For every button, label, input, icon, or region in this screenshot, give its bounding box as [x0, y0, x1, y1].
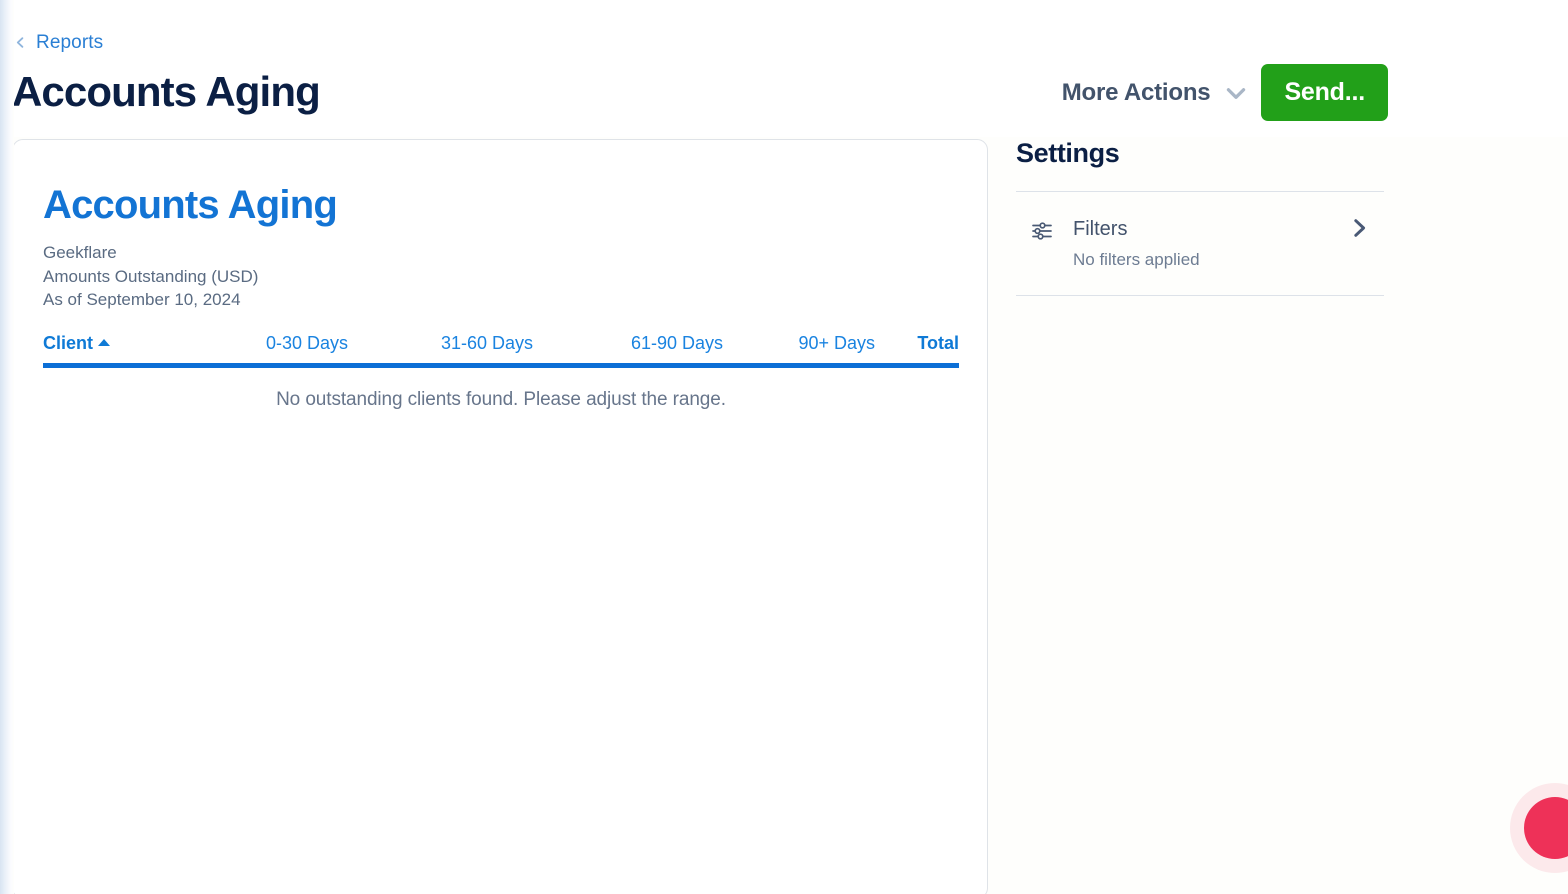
chevron-right-icon [1354, 218, 1366, 237]
settings-divider-bottom [1016, 295, 1384, 297]
filters-text-group: Filters No filters applied [1073, 218, 1200, 270]
column-header-client-label: Client [43, 333, 94, 354]
sliders-icon [1032, 222, 1052, 240]
filters-status: No filters applied [1073, 249, 1200, 269]
more-actions-button[interactable]: More Actions [1060, 75, 1252, 111]
page-header: Reports Accounts Aging More Actions Send… [0, 0, 1568, 137]
more-actions-label: More Actions [1061, 78, 1211, 106]
report-as-of: As of September 10, 2024 [43, 289, 241, 309]
report-title: Accounts Aging [43, 183, 338, 227]
settings-title: Settings [1016, 138, 1120, 168]
column-header-total[interactable]: Total [875, 333, 959, 354]
caret-up-icon [98, 339, 111, 347]
table-empty-message: No outstanding clients found. Please adj… [276, 389, 726, 411]
table-header-row: Client 0-30 Days 31-60 Days 61-90 Days 9… [43, 333, 959, 363]
support-chat-bubble[interactable] [1524, 797, 1568, 859]
breadcrumb-label: Reports [36, 32, 104, 53]
table-header-rule [43, 363, 959, 369]
settings-panel: Settings Filters No filters applied [1016, 138, 1384, 297]
breadcrumb-reports-link[interactable]: Reports [14, 33, 103, 52]
column-header-61-90-days[interactable]: 61-90 Days [533, 333, 723, 354]
chevron-down-icon [1227, 87, 1246, 99]
column-header-0-30-days[interactable]: 0-30 Days [158, 333, 348, 354]
column-header-client[interactable]: Client [43, 333, 158, 354]
report-card: Accounts Aging Geekflare Amounts Outstan… [12, 139, 988, 894]
filters-label: Filters [1073, 217, 1128, 240]
column-header-31-60-days[interactable]: 31-60 Days [348, 333, 533, 354]
report-meta: Geekflare Amounts Outstanding (USD) As o… [43, 243, 957, 310]
column-header-90-plus-days[interactable]: 90+ Days [723, 333, 875, 354]
report-company: Geekflare [43, 243, 117, 263]
settings-item-filters[interactable]: Filters No filters applied [1016, 192, 1384, 296]
report-subtitle: Amounts Outstanding (USD) [43, 266, 259, 286]
accounts-aging-table: Client 0-30 Days 31-60 Days 61-90 Days 9… [43, 333, 959, 411]
send-button[interactable]: Send... [1261, 64, 1388, 121]
chevron-left-icon [16, 37, 24, 48]
header-actions: More Actions Send... [1060, 64, 1388, 121]
page-title: Accounts Aging [12, 68, 321, 115]
